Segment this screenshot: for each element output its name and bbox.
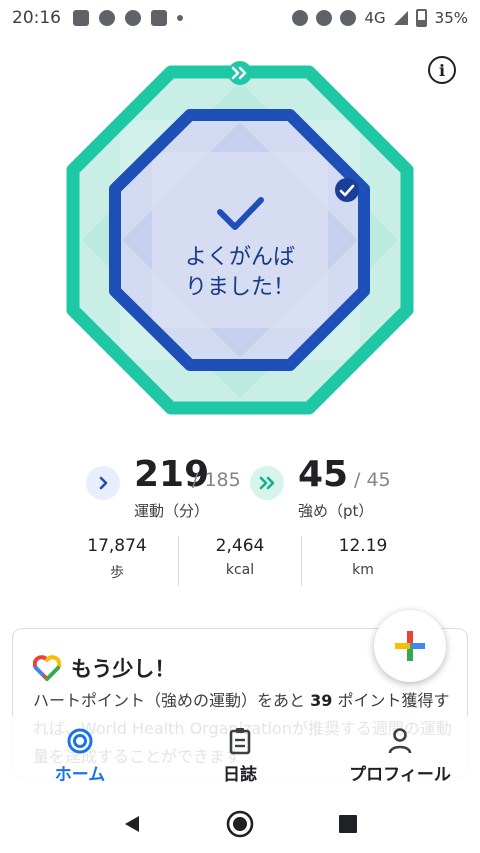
android-icon <box>125 10 141 26</box>
steps-metric: 17,874 歩 <box>56 536 178 586</box>
status-time: 20:16 <box>12 8 61 28</box>
notification-icons <box>73 10 183 26</box>
nav-journal-label: 日誌 <box>223 765 257 785</box>
calories-value: 2,464 <box>215 536 265 556</box>
goal-ring[interactable] <box>60 60 420 420</box>
heart-points-label: 強め（pt） <box>298 502 374 520</box>
move-minutes-goal: / 185 <box>192 469 241 491</box>
move-minutes-label: 運動（分） <box>134 502 210 520</box>
info-icon: i <box>438 60 446 80</box>
nav-home-label: ホーム <box>54 765 106 785</box>
nav-home[interactable]: ホーム <box>40 716 120 794</box>
battery-icon <box>415 9 427 27</box>
signal-icon <box>393 11 408 25</box>
home-ring-icon <box>67 728 93 754</box>
daily-metrics: 17,874 歩 2,464 kcal 12.19 km <box>56 536 424 586</box>
home-circle-icon[interactable] <box>225 809 255 839</box>
nav-profile-label: プロフィール <box>349 765 451 785</box>
info-button[interactable]: i <box>428 56 456 84</box>
plus-icon <box>395 631 425 661</box>
nfc-icon <box>292 10 309 26</box>
profile-person-icon <box>388 728 412 754</box>
nav-profile[interactable]: プロフィール <box>340 716 460 794</box>
calories-unit: kcal <box>225 562 255 578</box>
card-body-points: 39 <box>310 691 333 710</box>
bottom-navigation: ホーム 日誌 プロフィール <box>0 716 480 794</box>
heart-points-stat[interactable]: 45 / 45 強め（pt） <box>250 454 410 524</box>
heart-points-marker <box>228 61 252 85</box>
system-navigation-bar <box>0 794 480 853</box>
add-activity-button[interactable] <box>374 610 446 682</box>
more-notifications-icon <box>177 15 183 21</box>
data-saver-icon <box>340 10 357 26</box>
nav-journal[interactable]: 日誌 <box>200 716 280 794</box>
heart-points-value: 45 <box>298 454 349 495</box>
network-type: 4G <box>364 9 386 27</box>
ring-message-line1: よくがんば <box>184 245 295 270</box>
recents-square-icon[interactable] <box>337 813 359 835</box>
calories-metric: 2,464 kcal <box>178 536 301 586</box>
heart-points-chevron-icon <box>250 466 284 500</box>
move-minutes-chevron-icon <box>86 466 120 500</box>
distance-unit: km <box>352 562 374 578</box>
shopping-app-icon <box>151 10 167 26</box>
move-minutes-stat[interactable]: 219 / 185 運動（分） <box>86 454 246 524</box>
system-status: 4G 35% <box>292 9 468 27</box>
distance-metric: 12.19 km <box>301 536 424 586</box>
steps-value: 17,874 <box>87 536 147 556</box>
health-app-icon <box>99 10 115 26</box>
distance-value: 12.19 <box>338 536 388 556</box>
google-fit-heart-icon <box>33 655 61 681</box>
ring-message-line2: りました！ <box>184 275 295 300</box>
card-title: もう少し！ <box>71 657 176 681</box>
alarm-icon <box>316 10 333 26</box>
move-minutes-marker <box>335 178 359 202</box>
image-icon <box>73 10 89 26</box>
steps-unit: 歩 <box>110 565 124 581</box>
status-bar: 20:16 4G 35% <box>0 0 480 36</box>
ring-message: よくがんば りました！ <box>140 243 340 303</box>
heart-points-goal: / 45 <box>354 469 391 491</box>
journal-clipboard-icon <box>229 728 251 755</box>
back-icon[interactable] <box>121 813 143 835</box>
card-body-prefix: ハートポイント（強めの運動）をあと <box>33 691 306 710</box>
battery-percent: 35% <box>434 9 468 27</box>
